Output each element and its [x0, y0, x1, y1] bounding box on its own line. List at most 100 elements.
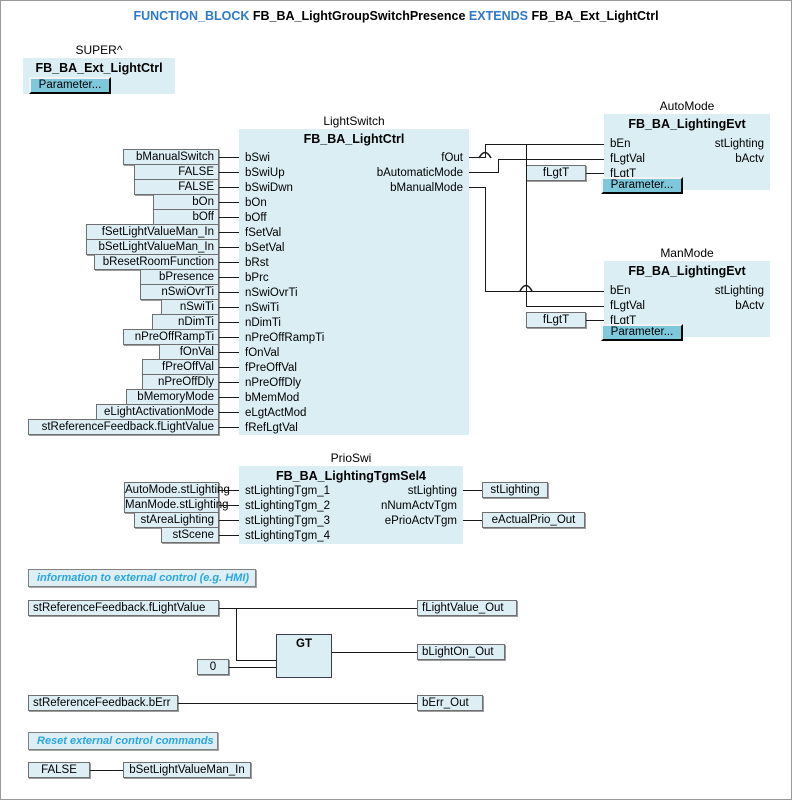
pin-bSetVal: bSetVal	[245, 242, 285, 254]
var-bOff[interactable]: bOff	[153, 209, 219, 225]
function-block-name: FB_BA_LightGroupSwitchPresence	[252, 9, 466, 23]
var-out-stLighting[interactable]: stLighting	[482, 482, 548, 498]
var-bResetRoomFunction[interactable]: bResetRoomFunction	[94, 254, 219, 270]
manmode-pin-bActv: bActv	[735, 300, 764, 312]
wire-fOut-seg1	[469, 157, 485, 158]
prioswi-pin-stLightingTgm-2: stLightingTgm_2	[245, 500, 331, 512]
automode-pin-bActv: bActv	[735, 153, 764, 165]
pin-eLgtActMod: eLgtActMod	[245, 407, 307, 419]
automode-type: FB_BA_LightingEvt	[628, 117, 746, 131]
var-bPresence[interactable]: bPresence	[140, 269, 219, 285]
prioswi-pin-stLighting: stLighting	[407, 485, 457, 497]
wire-prio-out3	[463, 520, 482, 521]
wire-reset	[90, 770, 123, 771]
var-fLightValue-Out[interactable]: fLightValue_Out	[417, 600, 517, 616]
wire-bauto-seg1	[469, 172, 498, 173]
wire-in-nPreOffRampTi	[219, 337, 239, 338]
var-stReferenceFeedback-fLightValue[interactable]: stReferenceFeedback.fLightValue	[28, 419, 219, 435]
pin-nSwiOvrTi: nSwiOvrTi	[245, 287, 298, 299]
wire-fout-branch-vert	[526, 144, 527, 306]
var-automode-stlighting[interactable]: AutoMode.stLighting	[124, 482, 230, 498]
automode-parameter-button[interactable]: Parameter...	[601, 177, 683, 194]
var-nPreOffDly[interactable]: nPreOffDly	[142, 374, 219, 390]
var-bOn[interactable]: bOn	[153, 194, 219, 210]
keyword-extends: EXTENDS	[468, 9, 528, 23]
var-bSetLightValueMan-In[interactable]: bSetLightValueMan_In	[86, 239, 219, 255]
var-nPreOffRampTi[interactable]: nPreOffRampTi	[123, 329, 219, 345]
manmode-pin-fLgtVal: fLgtVal	[610, 300, 645, 312]
prioswi-pin-stLightingTgm-3: stLightingTgm_3	[245, 515, 331, 527]
wire-prio-in1	[219, 490, 239, 491]
var-bErr-Out[interactable]: bErr_Out	[417, 695, 483, 711]
var-manmode-stlighting[interactable]: ManMode.stLighting	[124, 497, 229, 513]
wire-automode-fLgtT	[586, 173, 604, 174]
var-fPreOffVal[interactable]: fPreOffVal	[142, 359, 219, 375]
var-reset-target[interactable]: bSetLightValueMan_In	[123, 762, 251, 778]
wire-in-nSwiTi	[219, 307, 239, 308]
wire-manmode-fLgtT	[586, 320, 604, 321]
var-bMemoryMode[interactable]: bMemoryMode	[126, 389, 219, 405]
var-eLightActivationMode[interactable]: eLightActivationMode	[96, 404, 219, 420]
automode-instance: AutoMode	[659, 99, 715, 113]
var-fSetLightValueMan-In[interactable]: fSetLightValueMan_In	[86, 224, 219, 240]
automode-pin-stLighting: stLighting	[714, 138, 764, 150]
var-bManualSwitch[interactable]: bManualSwitch	[123, 149, 219, 165]
wire-in-bPrc	[219, 277, 239, 278]
wire-in-fPreOffVal	[219, 367, 239, 368]
manmode-pin-bEn: bEn	[610, 285, 631, 297]
wire-in-bSwi	[219, 157, 239, 158]
var-hmi-lightvalue-source[interactable]: stReferenceFeedback.fLightValue	[28, 600, 219, 616]
var-nDimTi[interactable]: nDimTi	[152, 314, 219, 330]
var-automode-fLgtT[interactable]: fLgtT	[526, 165, 586, 181]
pin-bOn: bOn	[245, 197, 267, 209]
var-gt-constant[interactable]: 0	[197, 659, 229, 675]
prioswi-pin-nNumActvTgm: nNumActvTgm	[380, 500, 457, 512]
var-swiup-false[interactable]: FALSE	[134, 164, 219, 180]
pin-bManualMode: bManualMode	[390, 182, 463, 194]
wire-in-bOn	[219, 202, 239, 203]
pin-bSwiDwn: bSwiDwn	[245, 182, 293, 194]
var-fOnVal[interactable]: fOnVal	[159, 344, 219, 360]
automode-pin-fLgtVal: fLgtVal	[610, 153, 645, 165]
comment-reset: Reset external control commands	[28, 732, 218, 750]
manmode-pin-stLighting: stLighting	[714, 285, 764, 297]
super-parameter-button[interactable]: Parameter...	[29, 77, 111, 94]
var-nSwiTi[interactable]: nSwiTi	[161, 299, 219, 315]
wire-hmi-lightvalue	[219, 608, 417, 609]
prioswi-type: FB_BA_LightingTgmSel4	[275, 469, 426, 483]
comment-hmi-info: information to external control (e.g. HM…	[28, 569, 256, 587]
var-stScene[interactable]: stScene	[161, 527, 219, 543]
wire-in-bSwiUp	[219, 172, 239, 173]
wire-prio-in2	[219, 505, 239, 506]
var-manmode-fLgtT[interactable]: fLgtT	[526, 312, 586, 328]
var-stAreaLighting[interactable]: stAreaLighting	[134, 512, 219, 528]
lightswitch-type: FB_BA_LightCtrl	[303, 132, 405, 146]
prioswi-pin-ePrioActvTgm: ePrioActvTgm	[384, 515, 457, 527]
keyword-function-block: FUNCTION_BLOCK	[133, 9, 250, 23]
prioswi-instance: PrioSwi	[330, 451, 372, 465]
gt-operator-block[interactable]: GT	[276, 634, 332, 678]
wire-fOut-seg2	[485, 144, 604, 145]
pin-fPreOffVal: fPreOffVal	[245, 362, 297, 374]
wire-in-nSwiOvrTi	[219, 292, 239, 293]
wire-in-fRefLgtVal	[219, 427, 239, 428]
var-swidwn-false[interactable]: FALSE	[134, 179, 219, 195]
super-block-type: FB_BA_Ext_LightCtrl	[35, 61, 163, 75]
pin-bPrc: bPrc	[245, 272, 269, 284]
var-reset-false[interactable]: FALSE	[28, 762, 90, 778]
wire-prio-in3	[219, 520, 239, 521]
var-out-eActualPrio-Out[interactable]: eActualPrio_Out	[482, 512, 585, 528]
var-nSwiOvrTi[interactable]: nSwiOvrTi	[140, 284, 219, 300]
pin-nPreOffRampTi: nPreOffRampTi	[245, 332, 325, 344]
wire-in-nDimTi	[219, 322, 239, 323]
pin-bSwi: bSwi	[245, 152, 270, 164]
manmode-parameter-button[interactable]: Parameter...	[601, 324, 683, 341]
manmode-instance: ManMode	[660, 246, 714, 260]
wire-bauto-vert	[498, 159, 499, 173]
var-err-source[interactable]: stReferenceFeedback.bErr	[28, 695, 178, 711]
pin-nSwiTi: nSwiTi	[245, 302, 280, 314]
wire-prio-in4	[219, 535, 239, 536]
var-bLightOn-Out[interactable]: bLightOn_Out	[417, 644, 505, 660]
wire-bman-seg1	[469, 187, 485, 188]
pin-bOff: bOff	[245, 212, 267, 224]
